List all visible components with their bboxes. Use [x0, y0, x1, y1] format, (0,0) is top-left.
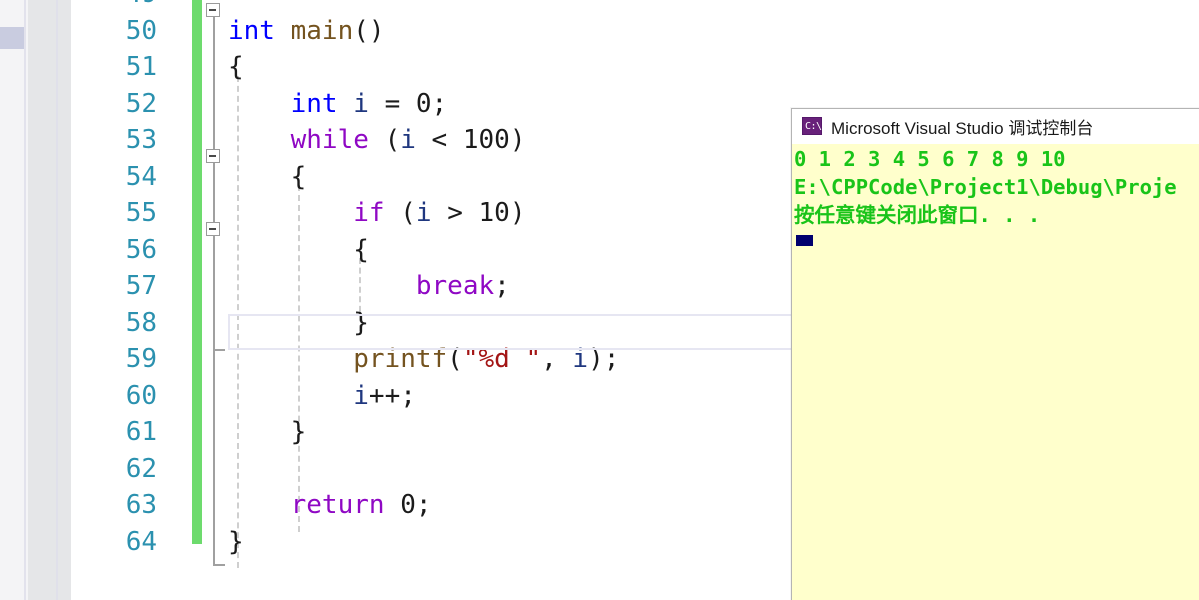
change-bar: [192, 12, 202, 49]
line-number: 58: [125, 307, 157, 338]
change-bar: [192, 487, 202, 524]
cmd-prompt-icon: [802, 117, 822, 135]
line-number: 57: [125, 271, 157, 301]
code-text[interactable]: int i = 0;: [228, 86, 448, 123]
line-number: 54: [125, 161, 157, 192]
code-text[interactable]: if (i > 10): [228, 195, 525, 232]
code-line-49[interactable]: 49: [71, 0, 1199, 13]
code-text[interactable]: while (i < 100): [228, 122, 526, 159]
change-bar: [192, 414, 202, 451]
code-text[interactable]: {: [228, 49, 244, 86]
editor-left-margin-edge: [56, 0, 58, 600]
code-text[interactable]: int main(): [228, 13, 385, 50]
code-line-51[interactable]: 51 {: [71, 49, 1199, 86]
change-bar: [192, 231, 202, 268]
line-number: 61: [125, 417, 157, 447]
scrollbar-map-column[interactable]: [0, 0, 24, 600]
console-title-bar[interactable]: Microsoft Visual Studio 调试控制台: [792, 109, 1199, 144]
console-output: 0 1 2 3 4 5 6 7 8 9 10 E:\CPPCode\Project…: [792, 144, 1199, 246]
change-bar: [192, 450, 202, 487]
console-output-line-1: 0 1 2 3 4 5 6 7 8 9 10: [794, 147, 1066, 171]
line-number: 56: [125, 234, 157, 265]
code-text[interactable]: break;: [228, 268, 510, 305]
line-number: 63: [125, 490, 157, 520]
line-number: 49: [71, 0, 157, 13]
change-bar: [192, 341, 202, 378]
code-text[interactable]: }: [228, 414, 307, 451]
line-number: 55: [125, 198, 157, 228]
change-bar: [192, 122, 202, 159]
change-bar: [192, 49, 202, 86]
console-output-line-2: E:\CPPCode\Project1\Debug\Proje: [794, 175, 1177, 199]
screen: 49 50 int main() 51 {52 int i = 0; 53 while (…: [0, 0, 1199, 600]
line-number: 60: [125, 380, 157, 411]
change-bar: [192, 523, 202, 544]
code-text[interactable]: {: [228, 159, 307, 196]
editor-left-margin: [28, 0, 71, 600]
line-number: 64: [125, 526, 157, 557]
line-number: 62: [125, 453, 157, 484]
console-cursor: [796, 235, 813, 246]
debug-console-window[interactable]: Microsoft Visual Studio 调试控制台 0 1 2 3 4 …: [791, 108, 1199, 600]
change-bar: [192, 158, 202, 195]
change-bar: [192, 0, 202, 13]
console-title-text: Microsoft Visual Studio 调试控制台: [831, 118, 1094, 138]
line-number: 52: [125, 88, 157, 119]
change-bar: [192, 195, 202, 232]
fold-tick-end: [213, 564, 225, 566]
console-output-line-3: 按任意键关闭此窗口. . .: [794, 203, 1041, 227]
code-text[interactable]: i++;: [228, 378, 416, 415]
change-bar: [192, 304, 202, 341]
code-line-50[interactable]: 50 int main(): [71, 12, 1199, 50]
scrollbar-thumb[interactable]: [0, 27, 24, 49]
line-number: 50: [125, 15, 157, 46]
line-number: 59: [125, 344, 157, 374]
line-number: 51: [125, 52, 157, 82]
change-bar: [192, 268, 202, 305]
code-text[interactable]: {: [228, 232, 369, 269]
code-text[interactable]: }: [228, 524, 244, 561]
code-text[interactable]: return 0;: [228, 487, 432, 524]
change-bar: [192, 85, 202, 122]
change-bar: [192, 377, 202, 414]
line-number: 53: [125, 125, 157, 155]
